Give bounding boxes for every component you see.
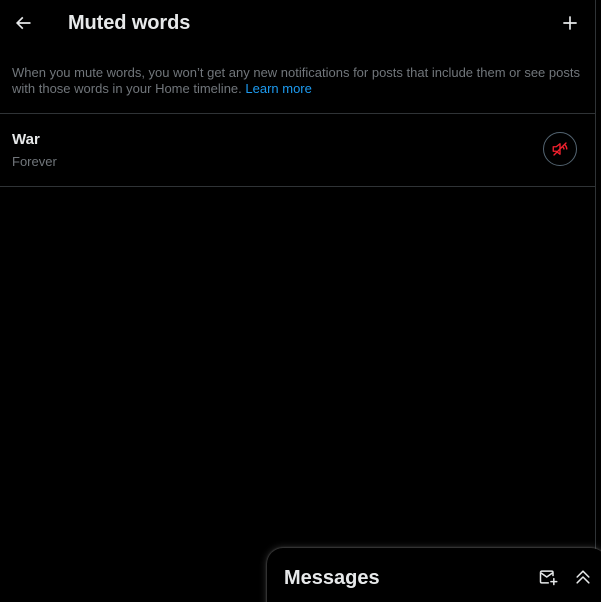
plus-icon	[560, 13, 580, 33]
muted-words-page: Muted words When you mute words, you won…	[0, 0, 601, 602]
learn-more-link[interactable]: Learn more	[245, 81, 311, 96]
double-chevron-up-icon	[573, 567, 593, 587]
divider	[0, 186, 595, 187]
speaker-muted-icon	[551, 140, 569, 158]
main-column: Muted words When you mute words, you won…	[0, 0, 596, 602]
messages-title: Messages	[284, 567, 380, 589]
arrow-left-icon	[13, 13, 33, 33]
new-message-icon	[538, 567, 558, 587]
page-header: Muted words	[0, 0, 595, 46]
muted-word-duration: Forever	[12, 154, 57, 169]
page-title: Muted words	[68, 12, 191, 34]
muted-word-row[interactable]: War Forever	[0, 114, 595, 186]
new-message-button[interactable]	[536, 565, 560, 589]
muted-words-description: When you mute words, you won’t get any n…	[12, 65, 587, 97]
messages-drawer[interactable]: Messages	[267, 548, 601, 602]
muted-word-text: War	[12, 131, 40, 148]
back-button[interactable]	[6, 6, 40, 40]
add-muted-word-button[interactable]	[553, 6, 587, 40]
expand-messages-button[interactable]	[571, 565, 595, 589]
unmute-word-button[interactable]	[543, 132, 577, 166]
